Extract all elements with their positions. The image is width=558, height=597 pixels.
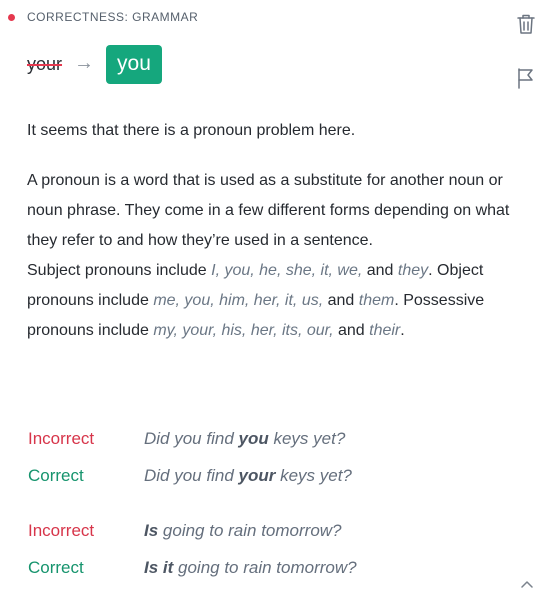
category-label: CORRECTNESS: GRAMMAR (27, 10, 199, 24)
sentence-part: keys yet? (268, 429, 346, 448)
highlighted-word: Is it (144, 558, 174, 577)
replacement-button[interactable]: you (106, 44, 162, 84)
correct-label: Correct (28, 466, 84, 485)
correct-sentence: Is it going to rain tomorrow? (144, 558, 357, 578)
sentence-part: going to rain tomorrow? (173, 558, 357, 577)
correct-sentence: Did you find your keys yet? (144, 466, 352, 486)
examples-section: Incorrect Did you find you keys yet? Cor… (28, 424, 528, 597)
highlighted-word: your (238, 466, 276, 485)
example-group: Incorrect Is going to rain tomorrow? Cor… (28, 516, 528, 583)
correct-example-row: Correct Is it going to rain tomorrow? (28, 553, 528, 583)
original-word: your (27, 53, 63, 74)
suggestion-row: your → you (27, 44, 162, 84)
possessive-last: their (369, 322, 401, 339)
sentence-part: Did you find (144, 429, 239, 448)
pronoun-definition: A pronoun is a word that is used as a su… (27, 172, 510, 249)
incorrect-example-row: Incorrect Is going to rain tomorrow? (28, 516, 528, 546)
incorrect-example-row: Incorrect Did you find you keys yet? (28, 424, 528, 454)
trash-icon[interactable] (514, 12, 538, 36)
subject-examples: I, you, he, she, it, we, (211, 262, 363, 279)
object-and: and (323, 292, 359, 309)
possessive-and: and (333, 322, 370, 339)
incorrect-sentence: Is going to rain tomorrow? (144, 521, 342, 541)
subject-prefix: Subject pronouns include (27, 262, 212, 279)
subject-last: they (397, 262, 429, 279)
explanation-paragraph: A pronoun is a word that is used as a su… (27, 166, 517, 346)
explanation: It seems that there is a pronoun problem… (27, 116, 517, 346)
possessive-examples: my, your, his, her, its, our, (153, 322, 334, 339)
highlighted-word: Is (144, 521, 159, 540)
flag-icon[interactable] (514, 66, 538, 90)
chevron-up-icon[interactable] (518, 577, 536, 591)
correct-label: Correct (28, 558, 84, 577)
object-examples: me, you, him, her, it, us, (153, 292, 324, 309)
incorrect-sentence: Did you find you keys yet? (144, 429, 345, 449)
sentence-part: keys yet? (275, 466, 352, 485)
arrow-right-icon: → (74, 52, 95, 74)
grammar-suggestion-card: CORRECTNESS: GRAMMAR your → you It seems… (0, 0, 558, 597)
object-last: them (358, 292, 395, 309)
incorrect-label: Incorrect (28, 521, 95, 540)
explanation-intro: It seems that there is a pronoun problem… (27, 122, 356, 139)
example-group: Incorrect Did you find you keys yet? Cor… (28, 424, 528, 491)
sentence-end: . (400, 322, 405, 339)
severity-dot (8, 13, 15, 21)
highlighted-word: you (238, 429, 269, 448)
correct-example-row: Correct Did you find your keys yet? (28, 461, 528, 491)
incorrect-label: Incorrect (28, 429, 95, 448)
sentence-part: Did you find (144, 466, 239, 485)
sentence-part: going to rain tomorrow? (158, 521, 342, 540)
subject-and: and (362, 262, 398, 279)
category-header: CORRECTNESS: GRAMMAR (8, 10, 198, 24)
